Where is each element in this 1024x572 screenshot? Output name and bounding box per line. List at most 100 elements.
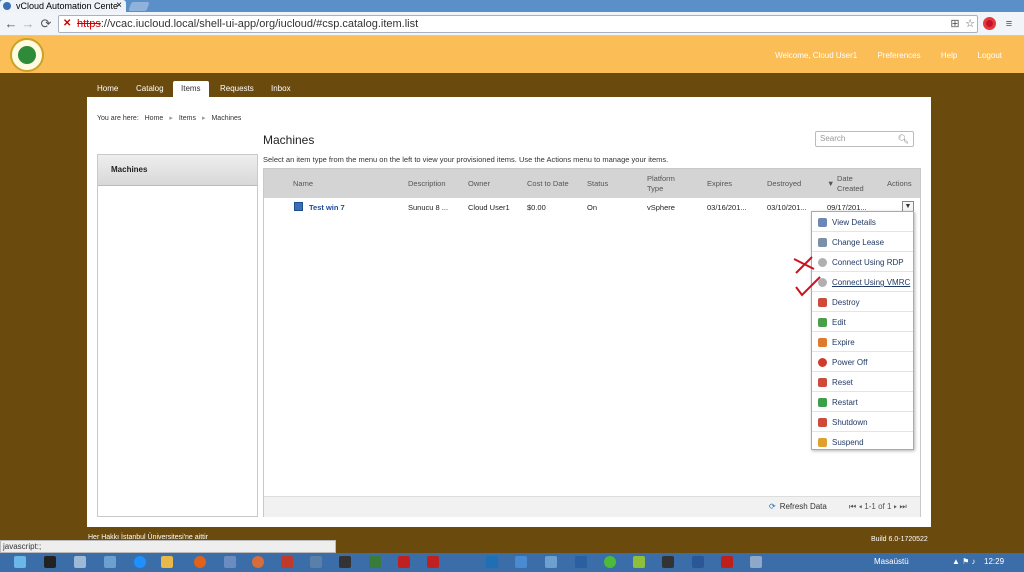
menu-item-change-lease[interactable]: Change Lease	[812, 233, 913, 252]
address-bar[interactable]: ✕ https://vcac.iucloud.local/shell-ui-app…	[58, 15, 978, 33]
close-tab-icon[interactable]: ×	[116, 0, 122, 12]
expire-icon	[818, 338, 827, 347]
sort-desc-icon: ▼	[827, 179, 835, 188]
next-page-icon[interactable]: ▸	[894, 502, 898, 511]
putty-icon[interactable]	[339, 556, 351, 568]
tab-items[interactable]: Items	[173, 81, 209, 98]
row-cost: $0.00	[527, 203, 546, 212]
col-owner[interactable]: Owner	[468, 169, 490, 198]
server-manager-icon[interactable]	[104, 556, 116, 568]
menu-icon[interactable]: ≡	[1002, 17, 1016, 31]
app-icon[interactable]	[604, 556, 616, 568]
tab-catalog[interactable]: Catalog	[128, 81, 172, 97]
url-path: ://vcac.iucloud.local/shell-ui-app/org/i…	[100, 18, 419, 30]
col-name[interactable]: Name	[293, 169, 313, 198]
search-input[interactable]: Search 🔍︎	[815, 131, 914, 147]
logout-link[interactable]: Logout	[978, 51, 1002, 60]
cmd-icon[interactable]	[44, 556, 56, 568]
ie-icon[interactable]	[134, 556, 146, 568]
app-icon[interactable]	[310, 556, 322, 568]
bookmark-star-icon[interactable]: ☆	[963, 17, 977, 31]
menu-item-power-off[interactable]: Power Off	[812, 353, 913, 372]
sidebar-item-machines[interactable]: Machines	[98, 155, 257, 186]
breadcrumb-machines: Machines	[211, 115, 242, 122]
chrome-icon[interactable]	[161, 556, 173, 568]
col-expires[interactable]: Expires	[707, 169, 732, 198]
taskbar-desktop-label[interactable]: Masaüstü	[874, 557, 909, 566]
row-destroyed: 03/10/201...	[767, 203, 807, 212]
tab-home[interactable]: Home	[89, 81, 126, 97]
tab-requests[interactable]: Requests	[212, 81, 262, 97]
preferences-link[interactable]: Preferences	[877, 51, 920, 60]
word-icon[interactable]	[692, 556, 704, 568]
col-description[interactable]: Description	[408, 169, 446, 198]
menu-item-expire[interactable]: Expire	[812, 333, 913, 352]
table-header: Name Description Owner Cost to Date Stat…	[264, 169, 920, 198]
menu-item-reset[interactable]: Reset	[812, 373, 913, 392]
search-placeholder: Search	[820, 134, 846, 143]
yahoo-icon[interactable]	[281, 556, 293, 568]
tray-icons[interactable]: ▲ ⚑ ♪	[952, 557, 976, 566]
menu-label: Destroy	[832, 298, 860, 307]
firefox-icon[interactable]	[194, 556, 206, 568]
app-icon[interactable]	[369, 556, 381, 568]
menu-item-shutdown[interactable]: Shutdown	[812, 413, 913, 432]
col-actions: Actions	[887, 179, 912, 188]
extension-icon[interactable]	[983, 17, 996, 30]
menu-label: Power Off	[832, 358, 868, 367]
app-icon[interactable]	[545, 556, 557, 568]
breadcrumb-separator-icon: ▸	[201, 115, 206, 122]
reload-icon[interactable]: ⟳	[38, 16, 54, 32]
menu-item-destroy[interactable]: Destroy	[812, 293, 913, 312]
app-icon[interactable]	[515, 556, 527, 568]
new-tab-button[interactable]	[128, 2, 150, 11]
breadcrumb-home[interactable]: Home	[145, 115, 164, 122]
last-page-icon[interactable]: ⏭	[900, 502, 907, 511]
refresh-label: Refresh Data	[779, 502, 827, 511]
refresh-data-button[interactable]: ⟳ Refresh Data	[769, 502, 827, 511]
filezilla-icon[interactable]	[398, 556, 410, 568]
col-status[interactable]: Status	[587, 169, 608, 198]
shutdown-icon	[818, 418, 827, 427]
acrobat-icon[interactable]	[721, 556, 733, 568]
outlook-icon[interactable]	[486, 556, 498, 568]
pager-text: 1-1 of 1	[864, 502, 892, 511]
app-icon[interactable]	[575, 556, 587, 568]
menu-item-connect-rdp[interactable]: Connect Using RDP	[812, 253, 913, 272]
menu-item-suspend[interactable]: Suspend	[812, 433, 913, 452]
power-icon	[818, 358, 827, 367]
filezilla-icon[interactable]	[427, 556, 439, 568]
app-icon[interactable]	[224, 556, 236, 568]
menu-label: Change Lease	[832, 238, 885, 247]
prev-page-icon[interactable]: ◂	[858, 502, 862, 511]
row-name-link[interactable]: Test win 7	[309, 203, 345, 212]
menu-item-restart[interactable]: Restart	[812, 393, 913, 412]
menu-item-view-details[interactable]: View Details	[812, 213, 913, 232]
clock[interactable]: 12:29	[984, 557, 1004, 566]
col-cost[interactable]: Cost to Date	[527, 169, 569, 198]
col-destroyed[interactable]: Destroyed	[767, 169, 801, 198]
first-page-icon[interactable]: ⏮	[849, 502, 856, 511]
col-date-created[interactable]: Date Created	[837, 169, 877, 198]
app-icon[interactable]	[252, 556, 264, 568]
menu-item-connect-vmrc[interactable]: Connect Using VMRC	[812, 273, 913, 292]
breadcrumb-items[interactable]: Items	[179, 115, 196, 122]
back-icon[interactable]: ←	[3, 16, 19, 32]
menu-item-edit[interactable]: Edit	[812, 313, 913, 332]
app-icon[interactable]	[750, 556, 762, 568]
app-icon[interactable]	[633, 556, 645, 568]
menu-label: Connect Using RDP	[832, 258, 904, 267]
tab-inbox[interactable]: Inbox	[263, 81, 299, 97]
vm-icon	[294, 202, 303, 211]
explorer-icon[interactable]	[14, 556, 26, 568]
app-icon[interactable]	[662, 556, 674, 568]
translate-icon[interactable]: ⊞	[948, 17, 962, 31]
item-type-nav: Machines	[97, 154, 258, 517]
help-link[interactable]: Help	[941, 51, 957, 60]
cross-mark-icon	[793, 256, 815, 274]
browser-tab[interactable]: vCloud Automation Cente ×	[0, 0, 126, 12]
col-platform[interactable]: Platform Type	[647, 169, 687, 198]
network-icon[interactable]	[74, 556, 86, 568]
forward-icon[interactable]: →	[20, 16, 36, 32]
search-icon[interactable]: 🔍︎	[898, 132, 909, 146]
